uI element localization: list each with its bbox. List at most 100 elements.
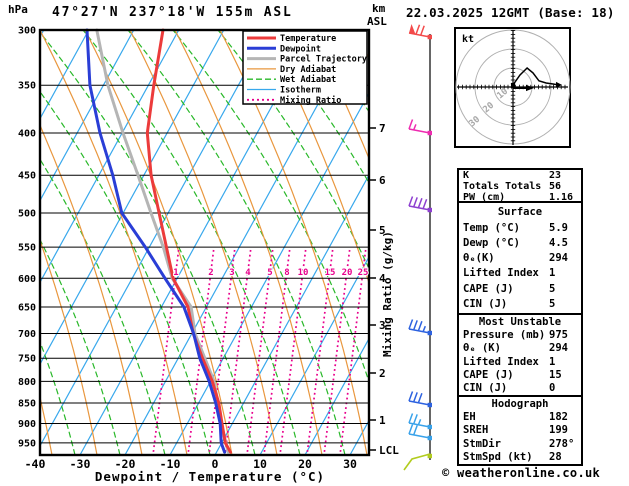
stats-label: θₑ (K)	[463, 342, 501, 355]
pressure-tick-label: 600	[18, 274, 36, 285]
wind-barb-half-tick	[417, 419, 422, 426]
wind-barb-full-tick	[417, 321, 423, 332]
wind-barb-full-tick	[408, 319, 414, 330]
stats-value: 1	[549, 355, 556, 368]
wind-barb-full-tick	[417, 393, 423, 404]
run-datetime-title: 22.03.2025 12GMT (Base: 18)	[406, 5, 615, 20]
stats-row: K 23	[459, 170, 581, 181]
mixing-ratio-value-label: 20	[342, 268, 353, 278]
stats-label: CAPE (J)	[463, 368, 514, 381]
stats-row: StmDir 278°	[459, 438, 581, 450]
wind-barb	[408, 319, 432, 336]
stats-box-title: Most Unstable	[478, 316, 562, 329]
stats-box: K 23 Totals Totals 56 PW (cm) 1.16	[457, 168, 583, 203]
stats-box: Most Unstable Pressure (mb) 975 θₑ (K) 294 Li…	[457, 313, 583, 397]
stats-value: 28	[549, 450, 562, 463]
wind-barb	[408, 391, 432, 408]
pressure-tick-label: 750	[18, 354, 36, 365]
wind-barb-full-tick	[408, 391, 414, 402]
stats-value: 182	[549, 411, 568, 424]
legend-item-label: Parcel Trajectory	[280, 54, 367, 65]
stats-label: Lifted Index	[463, 355, 539, 368]
wind-barb-shaft	[408, 32, 431, 38]
pressure-tick-label: 300	[18, 26, 36, 37]
stats-row: StmSpd (kt) 28	[459, 451, 581, 463]
wind-barb	[408, 196, 432, 213]
stats-value: 56	[549, 181, 562, 192]
stats-label: Totals Totals	[463, 181, 542, 192]
wind-barb-full-tick	[412, 392, 418, 403]
mixing-ratio-value-label: 15	[325, 268, 336, 278]
wind-barb	[408, 24, 432, 40]
wind-barb-full-tick	[408, 119, 414, 130]
stats-box-title: Hodograph	[491, 398, 549, 411]
mixing-ratio-axis-label: Mixing Ratio (g/kg)	[381, 231, 394, 357]
stats-label: CIN (J)	[463, 381, 508, 394]
stats-value: 5	[549, 297, 556, 310]
mixing-ratio-line	[279, 249, 307, 455]
mixing-ratio-line	[246, 249, 274, 455]
pressure-tick-label: 550	[18, 243, 36, 254]
wind-barb-half-tick	[422, 325, 426, 332]
stats-row: Temp (°C) 5.9	[459, 222, 581, 234]
pressure-tick-label: 800	[18, 377, 36, 388]
lcl-label: LCL	[379, 444, 399, 457]
pressure-tick-label: 400	[18, 129, 36, 140]
stats-label: Lifted Index	[463, 267, 539, 280]
stats-row: CAPE (J) 15	[459, 369, 581, 381]
wind-barb-full-tick	[408, 196, 414, 207]
stats-value: 1	[549, 267, 556, 280]
stats-label: Dewp (°C)	[463, 236, 520, 249]
wind-barb-full-tick	[412, 414, 418, 425]
stats-row: CIN (J) 5	[459, 298, 581, 310]
stats-value: 294	[549, 252, 568, 264]
wind-barb-full-tick	[417, 198, 423, 209]
stats-row: CAPE (J) 5	[459, 283, 581, 295]
temp-tick-label: -40	[25, 457, 46, 471]
mixing-ratio-value-label: 1	[173, 268, 178, 278]
stats-row: SREH 199	[459, 424, 581, 436]
stats-value: 0	[549, 381, 556, 394]
stats-value: 5	[549, 282, 556, 295]
pressure-axis-unit: hPa	[8, 3, 28, 16]
legend-item-label: Isotherm	[280, 86, 321, 96]
wind-barb-full-tick	[408, 413, 414, 424]
hodograph-unit-label: kt	[462, 34, 474, 45]
pressure-tick-label: 650	[18, 302, 36, 313]
mixing-ratio-value-label: 2	[208, 268, 213, 278]
stats-label: CAPE (J)	[463, 282, 514, 295]
pressure-tick-label: 450	[18, 171, 36, 182]
wind-barb-half-tick	[413, 124, 417, 131]
wind-barb-hook-shaft	[403, 453, 431, 471]
stats-value: 15	[549, 368, 562, 381]
stats-label: K	[463, 170, 470, 181]
km-tick-label: 2	[379, 367, 386, 380]
pressure-tick-label: 900	[18, 419, 36, 430]
stats-value: 294	[549, 342, 568, 355]
stats-row: Pressure (mb) 975	[459, 329, 581, 341]
station-title: 47°27'N 237°18'W 155m ASL	[52, 5, 293, 20]
stats-value: 975	[549, 329, 568, 342]
stats-label: Temp (°C)	[463, 221, 520, 234]
wind-barb-full-tick	[419, 25, 425, 36]
stats-row: Dewp (°C) 4.5	[459, 237, 581, 249]
temp-tick-label: 30	[343, 457, 357, 471]
km-tick-label: 1	[379, 414, 386, 427]
stats-row: CIN (J) 0	[459, 382, 581, 394]
mixing-ratio-value-label: 3	[229, 268, 234, 278]
mixing-ratio-value-label: 4	[245, 268, 251, 278]
pressure-tick-label: 500	[18, 208, 36, 219]
stats-label: Pressure (mb)	[463, 329, 546, 342]
wind-barb-full-tick	[422, 198, 428, 209]
wind-barb-full-tick	[412, 197, 418, 208]
stats-row: θₑ(K) 294	[459, 252, 581, 264]
stats-row: Lifted Index 1	[459, 267, 581, 279]
wet-adiabat-line	[40, 340, 76, 455]
legend-item-label: Dewpoint	[280, 43, 321, 54]
mixing-ratio-value-label: 10	[298, 268, 309, 278]
copyright-credit: © weatheronline.co.uk	[442, 466, 601, 480]
km-tick-label: 7	[379, 122, 386, 135]
km-tick-label: 6	[379, 174, 386, 187]
pressure-tick-label: 950	[18, 438, 36, 449]
pressure-tick-label: 700	[18, 329, 36, 340]
